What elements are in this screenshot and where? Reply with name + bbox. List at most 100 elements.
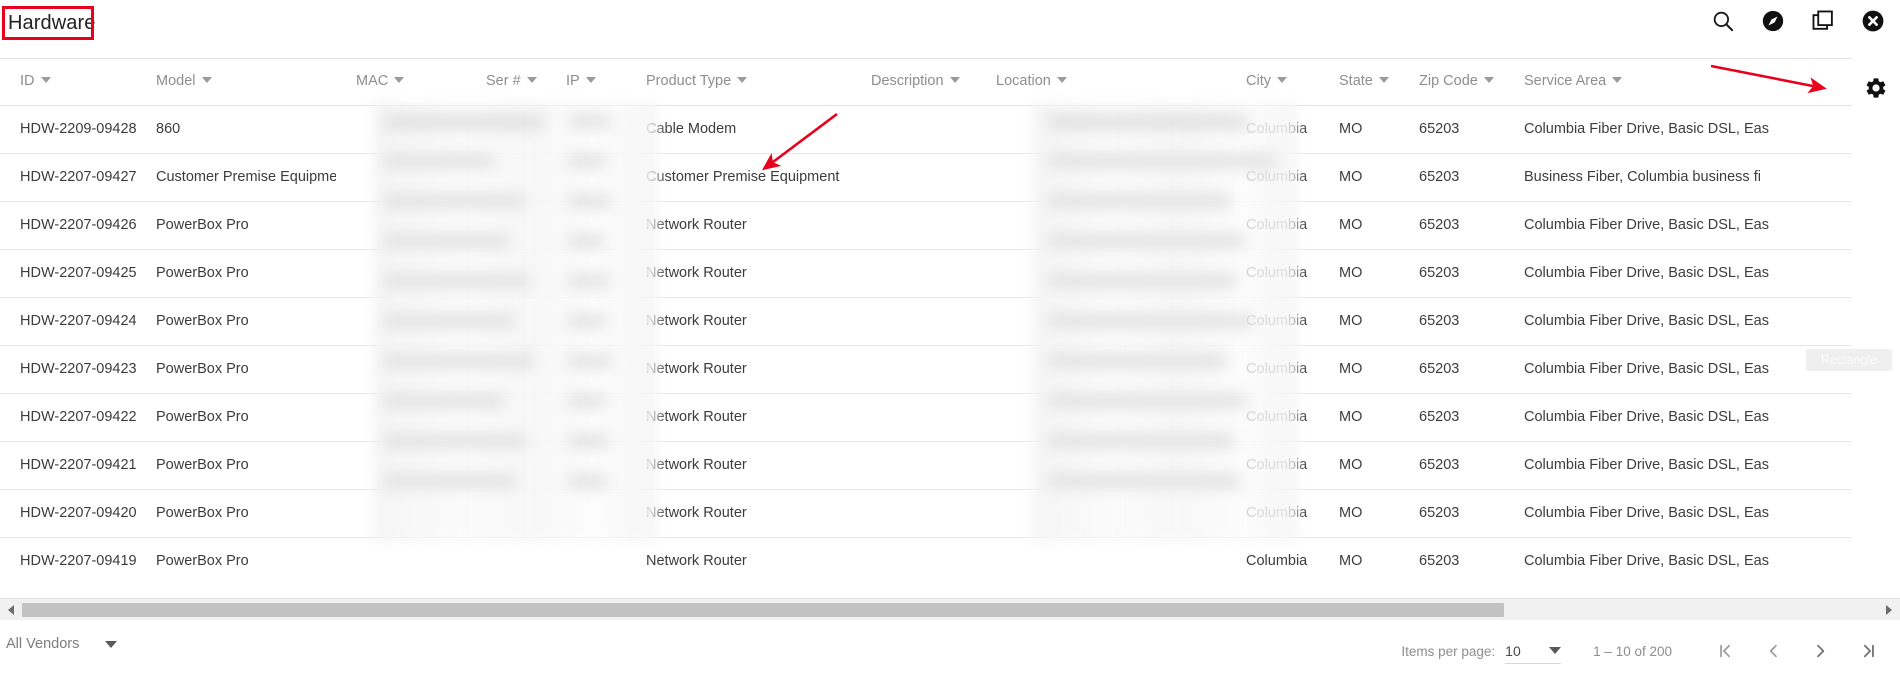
sort-caret-icon[interactable] [40,77,51,84]
cell-mac [336,105,466,154]
cell-id: HDW-2207-09421 [0,441,136,490]
items-per-page-select[interactable]: 10 [1505,638,1562,664]
sort-caret-icon[interactable] [1378,77,1389,84]
cell-text: Cable Modem [646,121,737,137]
cell-text: PowerBox Pro [156,505,249,521]
cell-id: HDW-2207-09422 [0,393,136,442]
column-header-state[interactable]: State [1319,58,1399,106]
previous-page-button[interactable] [1756,634,1790,668]
last-page-button[interactable] [1852,634,1886,668]
vendor-filter-value: All Vendors [6,636,80,652]
cell-text: Columbia [1246,409,1308,425]
vendor-filter-dropdown[interactable]: All Vendors [6,636,118,652]
cell-text: Columbia [1246,265,1308,281]
table-row[interactable]: HDW-2207-09421 PowerBox Pro Network Router… [0,441,1852,490]
cell-state: MO [1319,105,1399,154]
cell-text: 65203 [1419,217,1460,233]
table-settings-button[interactable] [1862,74,1890,102]
triangle-left-icon [8,604,14,615]
table-row[interactable]: HDW-2207-09424 PowerBox Pro Network Router… [0,297,1852,346]
sort-caret-icon[interactable] [201,77,212,84]
cell-mac [336,537,466,585]
cell-text: PowerBox Pro [156,313,249,329]
sort-caret-icon[interactable] [1056,77,1067,84]
cell-service-area: Columbia Fiber Drive, Basic DSL, Eas [1504,201,1852,250]
cell-location [976,153,1226,202]
cell-text: 65203 [1419,313,1460,329]
cell-mac [336,489,466,538]
search-icon[interactable] [1710,8,1736,34]
column-header-location[interactable]: Location [976,58,1226,106]
sort-caret-icon[interactable] [1483,77,1494,84]
table-row[interactable]: HDW-2207-09419 PowerBox Pro Network Router… [0,537,1852,585]
cell-mac [336,297,466,346]
hardware-table-container[interactable]: ID Model MAC Ser # IP Product Type Descr… [0,58,1852,598]
table-row[interactable]: HDW-2207-09425 PowerBox Pro Network Router… [0,249,1852,298]
table-row[interactable]: HDW-2209-09428 860 Cable Modem Columbia MO 65… [0,105,1852,154]
table-row[interactable]: HDW-2207-09422 PowerBox Pro Network Router… [0,393,1852,442]
cell-ser [466,105,546,154]
cell-mac [336,393,466,442]
table-row[interactable]: HDW-2207-09420 PowerBox Pro Network Router… [0,489,1852,538]
cell-product-type: Network Router [626,345,851,394]
cell-zip: 65203 [1399,393,1504,442]
cell-text: Columbia [1246,169,1308,185]
rectangle-tool-label: Rectangle [1806,349,1892,371]
cell-product-type: Network Router [626,441,851,490]
table-row[interactable]: HDW-2207-09426 PowerBox Pro Network Router… [0,201,1852,250]
cell-text: PowerBox Pro [156,409,249,425]
cell-location [976,537,1226,585]
column-header-zip-code[interactable]: Zip Code [1399,58,1504,106]
column-label-state: State [1339,73,1373,90]
duplicate-icon[interactable] [1810,8,1836,34]
column-header-ip[interactable]: IP [546,58,626,106]
cell-model: PowerBox Pro [136,393,336,442]
header-icon-group [1710,8,1886,34]
table-row[interactable]: HDW-2207-09427 Customer Premise Equipment… [0,153,1852,202]
cell-text: MO [1339,169,1363,185]
cell-ser [466,489,546,538]
sort-caret-icon[interactable] [526,77,537,84]
cell-id: HDW-2207-09426 [0,201,136,250]
scrollbar-track[interactable] [22,602,1878,617]
next-page-button[interactable] [1804,634,1838,668]
page-header: Hardware [0,0,1900,58]
scroll-right-button[interactable] [1878,599,1900,621]
column-header-description[interactable]: Description [851,58,976,106]
cell-description [851,249,976,298]
cell-state: MO [1319,489,1399,538]
cell-mac [336,345,466,394]
column-header-product-type[interactable]: Product Type [626,58,851,106]
sort-caret-icon[interactable] [585,77,596,84]
column-header-city[interactable]: City [1226,58,1319,106]
sort-caret-icon[interactable] [737,77,748,84]
sort-caret-icon[interactable] [949,77,960,84]
column-header-mac[interactable]: MAC [336,58,466,106]
close-circle-icon[interactable] [1860,8,1886,34]
column-header-model[interactable]: Model [136,58,336,106]
cell-description [851,441,976,490]
scroll-left-button[interactable] [0,599,22,621]
sort-caret-icon[interactable] [1612,77,1623,84]
column-header-serial[interactable]: Ser # [466,58,546,106]
first-page-button[interactable] [1708,634,1742,668]
cell-mac [336,249,466,298]
column-label-mac: MAC [356,73,389,90]
sort-caret-icon[interactable] [1276,77,1287,84]
cell-text: Columbia Fiber Drive, Basic DSL, Eas [1524,217,1769,233]
compass-icon[interactable] [1760,8,1786,34]
column-label-zip-code: Zip Code [1419,73,1478,90]
scrollbar-thumb[interactable] [22,602,1504,617]
horizontal-scrollbar[interactable] [0,598,1900,620]
cell-text: 65203 [1419,361,1460,377]
cell-id: HDW-2207-09427 [0,153,136,202]
cell-text: 65203 [1419,505,1460,521]
column-header-id[interactable]: ID [0,58,136,106]
cell-text: Columbia Fiber Drive, Basic DSL, Eas [1524,457,1769,473]
column-header-service-area[interactable]: Service Area [1504,58,1852,106]
cell-zip: 65203 [1399,153,1504,202]
table-row[interactable]: HDW-2207-09423 PowerBox Pro Network Router… [0,345,1852,394]
cell-city: Columbia [1226,249,1319,298]
cell-model: PowerBox Pro [136,297,336,346]
sort-caret-icon[interactable] [394,77,405,84]
